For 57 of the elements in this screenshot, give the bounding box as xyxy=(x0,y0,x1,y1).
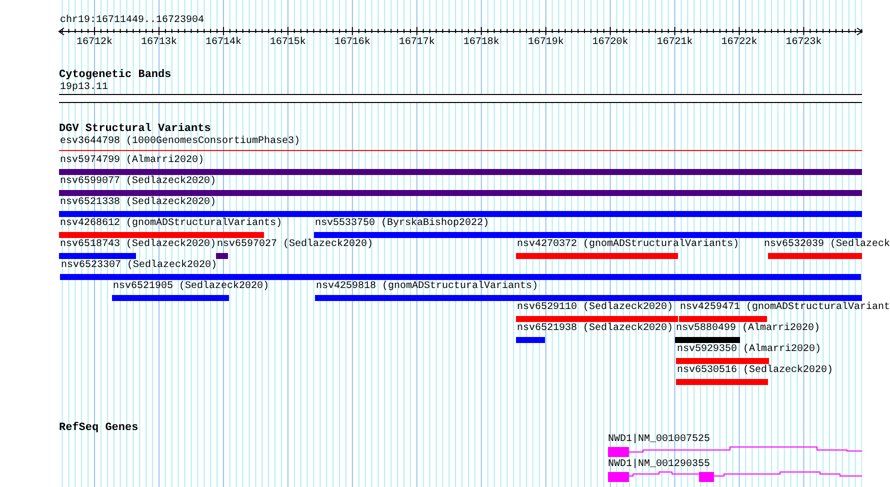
track-title: RefSeq Genes xyxy=(59,422,138,434)
tick-label: 16715k xyxy=(270,37,306,49)
variant-bar[interactable] xyxy=(675,337,740,343)
tick-label: 16714k xyxy=(205,37,242,49)
variant-bar[interactable] xyxy=(516,316,678,322)
variant-bar[interactable] xyxy=(112,295,229,301)
tick-label: 16713k xyxy=(140,37,177,49)
variant-label: nsv6521905 (Sedlazeck2020) xyxy=(113,281,270,293)
variant-bar[interactable] xyxy=(59,253,136,259)
variant-label: nsv6597027 (Sedlazeck2020) xyxy=(217,239,374,251)
variant-bar[interactable] xyxy=(59,169,862,175)
track-title: DGV Structural Variants xyxy=(59,123,211,135)
variant-bar[interactable] xyxy=(315,295,862,301)
variant-label: nsv6599077 (Sedlazeck2020) xyxy=(60,176,216,188)
variant-label: nsv6521938 (Sedlazeck2020) xyxy=(517,323,674,335)
variant-bar[interactable] xyxy=(768,253,862,259)
variant-bar[interactable] xyxy=(679,316,767,322)
variant-bar[interactable] xyxy=(59,232,264,238)
variant-label: nsv4259471 (gnomADStructuralVariant xyxy=(680,302,890,314)
variant-label: nsv5974799 (Almarri2020) xyxy=(60,155,204,167)
tick-label: 16716k xyxy=(334,37,370,49)
variant-label: nsv6532039 (Sedlazeck xyxy=(764,239,890,251)
variant-bar[interactable] xyxy=(59,190,862,196)
variant-label: nsv4259818 (gnomADStructuralVariants) xyxy=(316,281,538,293)
variant-label: nsv4270372 (gnomADStructuralVariants) xyxy=(517,239,740,251)
band-label: 19p13.11 xyxy=(60,82,108,94)
variant-label: nsv5880499 (Almarri2020) xyxy=(676,323,820,335)
tick-label: 16723k xyxy=(786,37,822,49)
track-title: Cytogenetic Bands xyxy=(59,69,172,81)
location-label: chr19:16711449..16723904 xyxy=(60,15,204,27)
variant-line[interactable] xyxy=(59,150,862,151)
transcript-label: NWD1|NM_001007525 xyxy=(608,434,710,446)
variant-label: nsv5533750 (ByrskaBishop2022) xyxy=(315,218,490,230)
variant-bar[interactable] xyxy=(676,379,768,385)
variant-label: nsv6529110 (Sedlazeck2020) xyxy=(517,302,674,314)
tick-label: 16718k xyxy=(463,37,500,49)
tick-label: 16712k xyxy=(76,37,113,49)
tick-label: 16720k xyxy=(592,37,628,49)
variant-bar[interactable] xyxy=(676,358,769,364)
variant-label: nsv5929350 (Almarri2020) xyxy=(677,344,822,356)
variant-bar[interactable] xyxy=(314,232,862,238)
variant-label: esv3644798 (1000GenomesConsortiumPhase3) xyxy=(60,136,300,148)
variant-label: nsv6521338 (Sedlazeck2020) xyxy=(60,197,216,209)
variant-label: nsv6523307 (Sedlazeck2020) xyxy=(61,260,218,272)
transcript-label: NWD1|NM_001290355 xyxy=(608,459,710,471)
variant-bar[interactable] xyxy=(516,337,545,343)
variant-label: nsv6518743 (Sedlazeck2020) xyxy=(60,239,216,251)
tick-label: 16722k xyxy=(721,37,758,49)
variant-bar[interactable] xyxy=(516,253,678,259)
variant-label: nsv6530516 (Sedlazeck2020) xyxy=(677,365,834,377)
tick-label: 16719k xyxy=(528,37,564,49)
variant-bar[interactable] xyxy=(216,253,228,259)
variant-label: nsv4268612 (gnomADStructuralVariants) xyxy=(60,218,282,230)
tick-label: 16721k xyxy=(656,37,693,49)
variant-bar[interactable] xyxy=(59,211,862,217)
variant-bar[interactable] xyxy=(60,274,861,280)
tick-label: 16717k xyxy=(398,37,435,49)
